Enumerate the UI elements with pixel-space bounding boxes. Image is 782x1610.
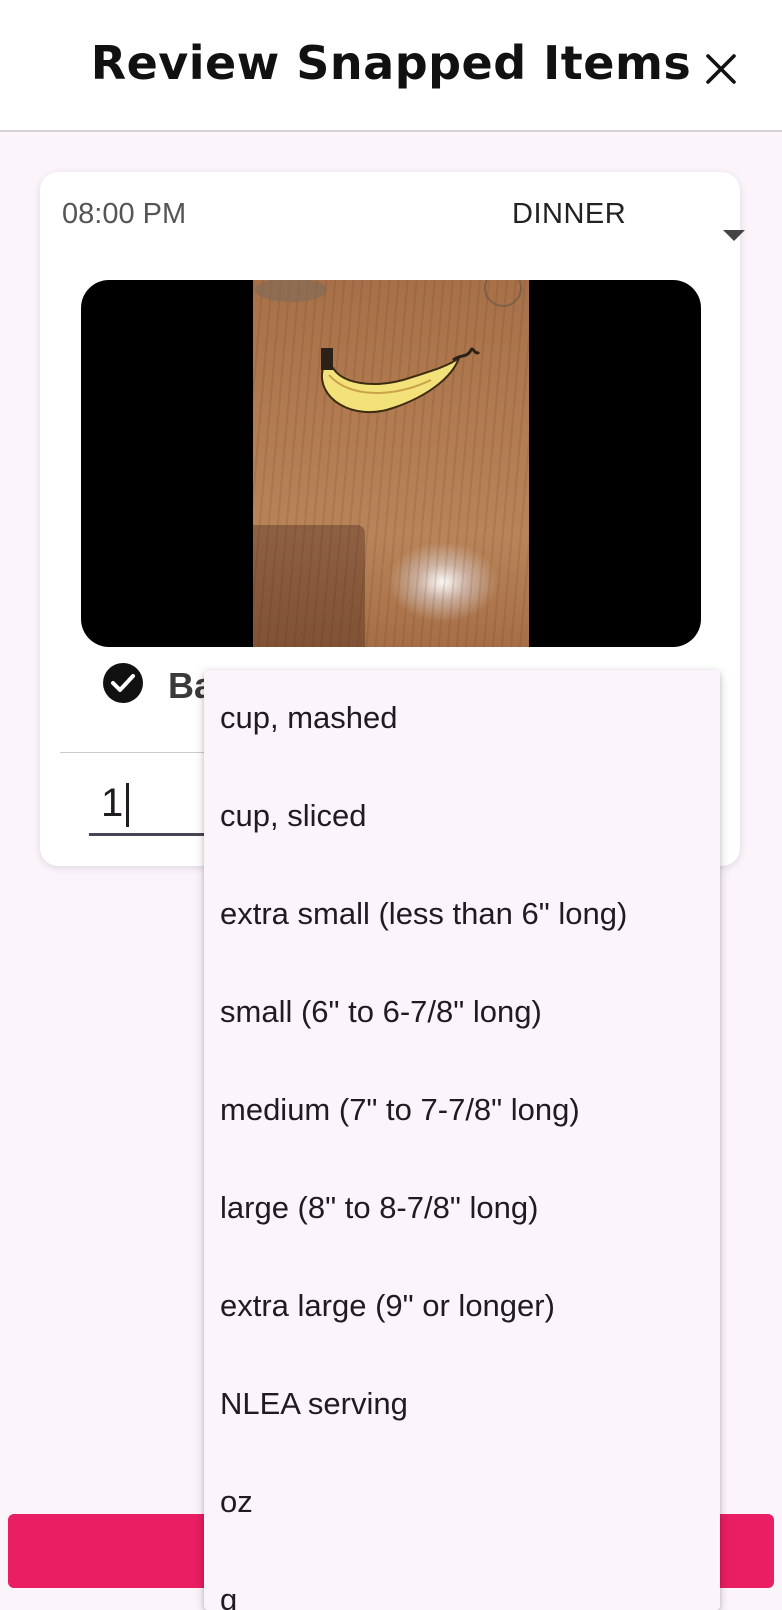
- unit-option[interactable]: cup, sliced: [204, 768, 720, 866]
- unit-option[interactable]: oz: [204, 1454, 720, 1552]
- food-photo: [81, 280, 701, 647]
- text-cursor: [126, 783, 129, 827]
- serving-unit-dropdown-menu: cup, mashed cup, sliced extra small (les…: [204, 670, 720, 1610]
- banana-photo: [253, 280, 529, 647]
- banana-image: [255, 280, 522, 414]
- unit-option[interactable]: extra large (9" or longer): [204, 1258, 720, 1356]
- meal-type-select[interactable]: DINNER: [450, 192, 745, 241]
- arrow-drop-down-icon: [723, 230, 745, 241]
- unit-option[interactable]: medium (7" to 7-7/8" long): [204, 1062, 720, 1160]
- unit-option[interactable]: large (8" to 8-7/8" long): [204, 1160, 720, 1258]
- unit-option[interactable]: NLEA serving: [204, 1356, 720, 1454]
- meal-time: 08:00 PM: [62, 198, 187, 230]
- app-bar: Review Snapped Items: [0, 0, 782, 132]
- unit-option[interactable]: cup, mashed: [204, 670, 720, 768]
- check-circle-icon[interactable]: [102, 662, 144, 704]
- unit-option[interactable]: small (6" to 6-7/8" long): [204, 964, 720, 1062]
- page-title: Review Snapped Items: [90, 36, 692, 90]
- quantity-value: 1: [101, 781, 124, 825]
- meal-type-value: DINNER: [512, 198, 627, 230]
- unit-option[interactable]: extra small (less than 6" long): [204, 866, 720, 964]
- close-icon: [706, 54, 736, 84]
- unit-option[interactable]: g: [204, 1552, 720, 1610]
- close-button[interactable]: [692, 40, 750, 98]
